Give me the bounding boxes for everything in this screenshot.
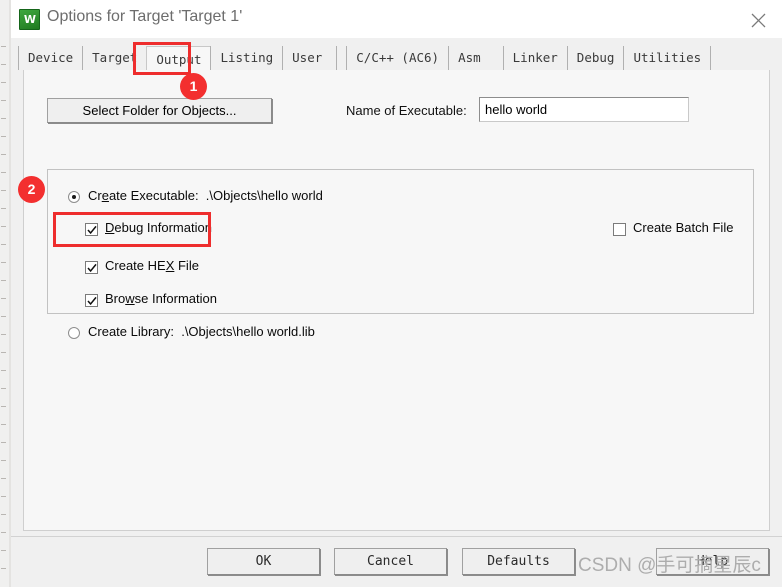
create-library-radio[interactable] [68, 327, 80, 339]
options-dialog: W Options for Target 'Target 1' Device T… [11, 0, 782, 587]
create-library-path: .\Objects\hello world.lib [181, 324, 315, 339]
tab-listing[interactable]: Listing [210, 46, 284, 70]
check-icon [87, 225, 97, 235]
title-bar: W Options for Target 'Target 1' [11, 0, 782, 38]
create-executable-radio[interactable] [68, 191, 80, 203]
create-batch-file-checkbox[interactable] [613, 223, 626, 236]
browse-information-label: Browse Information [105, 291, 217, 306]
create-library-label: Create Library: .\Objects\hello world.li… [88, 324, 315, 339]
browse-information-checkbox[interactable] [85, 294, 98, 307]
create-hex-file-label: Create HEX File [105, 258, 199, 273]
tab-user[interactable]: User [282, 46, 338, 70]
create-executable-label: Create Executable: .\Objects\hello world [88, 188, 323, 203]
tab-utilities[interactable]: Utilities [623, 46, 712, 70]
uvision-logo-icon: W [19, 9, 40, 30]
tab-list: Device Target Output Listing User C/C++ … [18, 46, 712, 71]
name-of-executable-label: Name of Executable: [346, 103, 467, 118]
close-button[interactable] [735, 0, 782, 38]
output-options-group: Create Executable: .\Objects\hello world… [47, 169, 754, 339]
create-hex-file-checkbox[interactable] [85, 261, 98, 274]
cancel-button[interactable]: Cancel [334, 548, 447, 575]
create-batch-file-label: Create Batch File [633, 220, 734, 235]
tab-linker[interactable]: Linker [502, 46, 568, 70]
tab-target[interactable]: Target [82, 46, 148, 70]
tab-debug[interactable]: Debug [566, 46, 625, 70]
debug-information-checkbox[interactable] [85, 223, 98, 236]
ok-button[interactable]: OK [207, 548, 320, 575]
name-of-executable-input[interactable] [479, 97, 689, 122]
help-button[interactable]: Help [656, 548, 769, 575]
defaults-button[interactable]: Defaults [462, 548, 575, 575]
dialog-footer: OK Cancel Defaults Help [11, 537, 782, 587]
close-icon [751, 13, 766, 28]
background-editor-sliver [0, 0, 9, 587]
tab-output[interactable]: Output [146, 46, 212, 71]
output-tab-page: Select Folder for Objects... Name of Exe… [23, 70, 770, 531]
check-icon [87, 263, 97, 273]
check-icon [87, 296, 97, 306]
tab-strip: Device Target Output Listing User C/C++ … [11, 38, 782, 72]
select-folder-for-objects-button[interactable]: Select Folder for Objects... [47, 98, 272, 123]
create-executable-path: .\Objects\hello world [205, 188, 323, 203]
tab-device[interactable]: Device [18, 46, 84, 70]
debug-information-label: Debug Information [105, 220, 212, 235]
window-title: Options for Target 'Target 1' [47, 8, 243, 25]
tab-cpp-ac6[interactable]: C/C++ (AC6) [346, 46, 450, 70]
tab-asm[interactable]: Asm [448, 46, 504, 70]
